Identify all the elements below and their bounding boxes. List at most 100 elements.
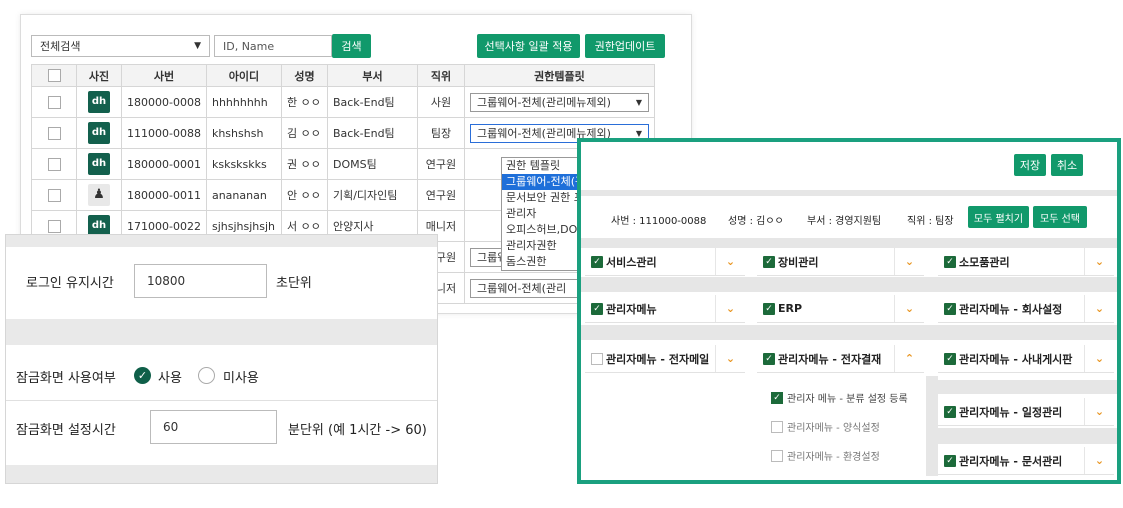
chevron-down-icon[interactable]: ⌄ [1084, 398, 1114, 425]
login-keep-unit: 초단위 [276, 276, 312, 291]
search-input[interactable]: ID, Name [214, 35, 332, 57]
column-header: 권한템플릿 [463, 64, 655, 87]
menu-supplies[interactable]: ✓ 소모품관리 ⌄ [938, 248, 1114, 276]
menu-label: 관리자메뉴 - 문서관리 [959, 454, 1063, 468]
save-button[interactable]: 저장 [1014, 154, 1046, 176]
chevron-up-icon[interactable]: ⌃ [894, 345, 924, 372]
id-cell: kskskskks [205, 148, 282, 180]
chevron-down-icon[interactable]: ⌄ [1084, 345, 1114, 372]
menu-label: 서비스관리 [606, 255, 657, 269]
radio-use-label: 사용 [158, 371, 182, 386]
column-header: 성명 [280, 64, 328, 87]
chevron-down-icon[interactable]: ⌄ [894, 295, 924, 322]
checkbox-checked-icon[interactable]: ✓ [763, 255, 775, 268]
table-row[interactable]: dh 180000-0008 hhhhhhhh 한 ㅇㅇ Back-End팀 사원 그룹웨어… [31, 86, 655, 118]
checkbox-checked-icon[interactable]: ✓ [944, 405, 956, 418]
menu-erp[interactable]: ✓ ERP ⌄ [757, 295, 924, 323]
name-info: 성명 : 김ㅇㅇ [728, 216, 784, 227]
position-cell: 팀장 [416, 117, 465, 149]
photo-cell: dh [76, 117, 122, 149]
checkbox-checked-icon[interactable]: ✓ [944, 454, 956, 467]
menu-equipment[interactable]: ✓ 장비관리 ⌄ [757, 248, 924, 276]
lock-time-input[interactable]: 60 [150, 410, 277, 444]
login-keep-input[interactable]: 10800 [134, 264, 267, 298]
row-checkbox[interactable] [47, 188, 61, 202]
id-cell: anananan [205, 179, 282, 211]
checkbox-checked-icon[interactable]: ✓ [944, 255, 956, 268]
sub-item[interactable]: 관리자메뉴 - 양식설정 [771, 419, 880, 434]
checkbox-checked-icon[interactable]: ✓ [591, 302, 603, 315]
section-divider [581, 277, 1117, 292]
row-checkbox[interactable] [47, 95, 61, 109]
chevron-down-icon: ▼ [635, 97, 642, 107]
checkbox-unchecked-icon[interactable] [591, 352, 603, 365]
radio-use[interactable]: ✓ [134, 367, 151, 384]
chevron-down-icon: ▼ [635, 128, 642, 138]
select-all-checkbox[interactable] [47, 69, 61, 83]
name-cell: 김 ㅇㅇ [280, 117, 328, 149]
menu-label: 관리자메뉴 - 일정관리 [959, 405, 1063, 419]
sub-item-label: 관리자메뉴 - 환경설정 [787, 452, 880, 463]
row-checkbox-cell [31, 86, 77, 118]
lock-use-label: 잠금화면 사용여부 [16, 371, 116, 386]
checkbox-checked-icon[interactable]: ✓ [763, 352, 775, 365]
menu-label: 소모품관리 [959, 255, 1010, 269]
name-cell: 한 ㅇㅇ [280, 86, 328, 118]
lock-time-value: 60 [163, 420, 179, 434]
menu-admin[interactable]: ✓ 관리자메뉴 ⌄ [585, 295, 745, 323]
checkbox-unchecked-icon[interactable] [771, 449, 783, 462]
chevron-down-icon[interactable]: ⌄ [715, 345, 745, 372]
menu-admin-schedule[interactable]: ✓ 관리자메뉴 - 일정관리 ⌄ [938, 398, 1114, 426]
menu-admin-email[interactable]: 관리자메뉴 - 전자메일 ⌄ [585, 345, 745, 373]
sub-item-label: 관리자메뉴 - 양식설정 [787, 423, 880, 434]
panel-divider [6, 235, 437, 247]
column-header: 아이디 [205, 64, 282, 87]
table-row[interactable]: dh 111000-0088 khshshsh 김 ㅇㅇ Back-End팀 팀장 그룹웨어… [31, 117, 655, 149]
emp-no-cell: 180000-0008 [121, 86, 207, 118]
sub-item[interactable]: 관리자메뉴 - 환경설정 [771, 448, 880, 463]
menu-admin-company[interactable]: ✓ 관리자메뉴 - 회사설정 ⌄ [938, 295, 1114, 323]
template-select-value: 그룹웨어-전체(관리 [476, 282, 567, 295]
row-checkbox[interactable] [47, 219, 61, 233]
chevron-down-icon[interactable]: ⌄ [1084, 295, 1114, 322]
position-cell: 사원 [416, 86, 465, 118]
expand-all-button[interactable]: 모두 펼치기 [968, 206, 1029, 228]
emp-no-cell: 111000-0088 [121, 117, 207, 149]
menu-admin-board[interactable]: ✓ 관리자메뉴 - 사내게시판 ⌄ [938, 345, 1114, 373]
search-button[interactable]: 검색 [332, 34, 371, 58]
cancel-button[interactable]: 취소 [1051, 154, 1083, 176]
menu-label: 관리자메뉴 - 전자메일 [606, 352, 710, 366]
radio-unuse[interactable] [198, 367, 215, 384]
chevron-down-icon[interactable]: ⌄ [1084, 248, 1114, 275]
sub-item[interactable]: ✓ 관리자 메뉴 - 분류 설정 등록 [771, 390, 908, 405]
chevron-down-icon[interactable]: ⌄ [1084, 447, 1114, 474]
checkbox-checked-icon[interactable]: ✓ [771, 391, 783, 404]
row-checkbox-cell [31, 148, 77, 180]
checkbox-checked-icon[interactable]: ✓ [944, 302, 956, 315]
apply-selected-button[interactable]: 선택사항 일괄 적용 [477, 34, 580, 58]
position-cell: 연구원 [416, 148, 465, 180]
name-cell: 안 ㅇㅇ [280, 179, 328, 211]
checkbox-unchecked-icon[interactable] [771, 420, 783, 433]
session-settings-panel: 로그인 유지시간 10800 초단위 잠금화면 사용여부 ✓ 사용 미사용 잠금… [5, 234, 438, 484]
checkbox-checked-icon[interactable]: ✓ [944, 352, 956, 365]
login-keep-value: 10800 [147, 274, 186, 288]
sub-item-label: 관리자 메뉴 - 분류 설정 등록 [787, 394, 908, 405]
menu-admin-approval[interactable]: ✓ 관리자메뉴 - 전자결재 ⌃ [757, 345, 924, 373]
update-permission-button[interactable]: 권한업데이트 [585, 34, 665, 58]
avatar: dh [88, 122, 110, 144]
chevron-down-icon[interactable]: ⌄ [715, 248, 745, 275]
chevron-down-icon[interactable]: ⌄ [894, 248, 924, 275]
row-checkbox[interactable] [47, 157, 61, 171]
row-checkbox[interactable] [47, 126, 61, 140]
section-divider [581, 238, 1117, 248]
chevron-down-icon[interactable]: ⌄ [715, 295, 745, 322]
template-select[interactable]: 그룹웨어-전체(관리메뉴제외) ▼ [469, 92, 649, 112]
search-filter-select[interactable]: 전체검색 ▼ [31, 35, 210, 57]
checkbox-checked-icon[interactable]: ✓ [763, 302, 775, 315]
menu-service[interactable]: ✓ 서비스관리 ⌄ [585, 248, 745, 276]
section-divider [926, 376, 938, 476]
menu-admin-docs[interactable]: ✓ 관리자메뉴 - 문서관리 ⌄ [938, 447, 1114, 475]
checkbox-checked-icon[interactable]: ✓ [591, 255, 603, 268]
select-all-button[interactable]: 모두 선택 [1033, 206, 1087, 228]
